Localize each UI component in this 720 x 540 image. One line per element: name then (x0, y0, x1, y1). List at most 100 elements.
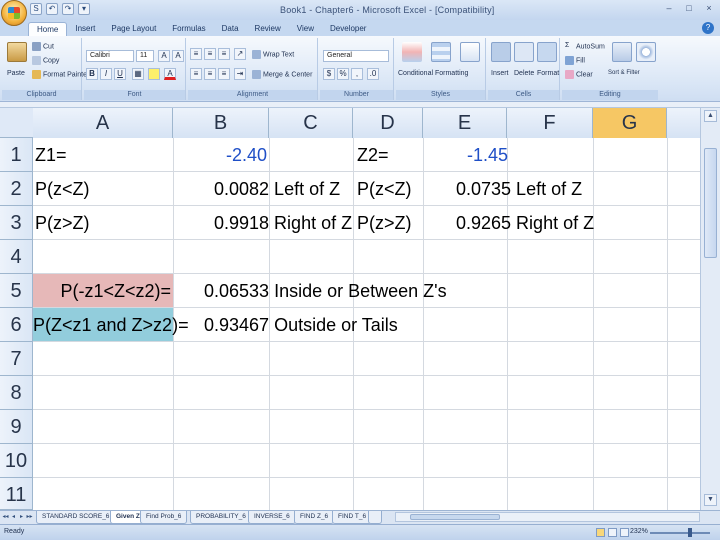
cut-button[interactable]: Cut (32, 42, 54, 51)
copy-button[interactable]: Copy (32, 56, 59, 65)
conditional-formatting-button[interactable]: Conditional Formatting (398, 70, 468, 77)
tab-view[interactable]: View (289, 22, 322, 36)
maximize-button[interactable]: □ (682, 3, 696, 15)
horizontal-scrollbar[interactable] (395, 512, 700, 522)
align-center-icon[interactable]: ≡ (204, 68, 216, 80)
align-right-icon[interactable]: ≡ (218, 68, 230, 80)
percent-button[interactable]: % (337, 68, 349, 80)
page-break-view-icon[interactable] (620, 528, 629, 537)
column-header-c[interactable]: C (269, 108, 353, 138)
number-format-select[interactable]: General (323, 50, 389, 62)
sort-filter-button[interactable]: Sort & Filter (608, 70, 640, 76)
cell-b3[interactable]: 0.9918 Right of Z (214, 206, 352, 240)
tab-formulas[interactable]: Formulas (164, 22, 213, 36)
borders-icon[interactable]: ▦ (132, 68, 144, 80)
column-header-g[interactable]: G (593, 108, 667, 138)
customize-qat-icon[interactable]: ▾ (78, 3, 90, 15)
tab-developer[interactable]: Developer (322, 22, 374, 36)
sort-filter-icon[interactable] (612, 42, 632, 62)
paste-icon[interactable] (7, 42, 27, 62)
horizontal-scroll-thumb[interactable] (410, 514, 500, 520)
clear-button[interactable]: Clear (565, 70, 593, 79)
autosum-button[interactable]: Σ AutoSum (565, 42, 605, 51)
sheet-tab-find-z[interactable]: FIND Z_6 (294, 511, 335, 524)
increase-decimal-icon[interactable]: .0 (367, 68, 379, 80)
row-header-10[interactable]: 10 (0, 444, 33, 478)
cell-a1[interactable]: Z1= (35, 138, 67, 172)
cell-b1[interactable]: -2.40 (226, 138, 267, 172)
delete-cells-icon[interactable] (514, 42, 534, 62)
align-left-icon[interactable]: ≡ (190, 68, 202, 80)
next-sheet-icon[interactable]: ▸ (18, 513, 25, 522)
orientation-icon[interactable]: ↗ (234, 48, 246, 60)
tab-insert[interactable]: Insert (67, 22, 103, 36)
format-painter-button[interactable]: Format Painter (32, 70, 89, 79)
cell-e1[interactable]: -1.45 (467, 138, 508, 172)
cell-b5[interactable]: 0.06533 Inside or Between Z's (204, 274, 447, 308)
row-header-1[interactable]: 1 (0, 138, 33, 172)
office-button[interactable] (1, 0, 27, 26)
merge-center-button[interactable]: Merge & Center (252, 70, 312, 79)
align-top-icon[interactable]: ≡ (190, 48, 202, 60)
tab-data[interactable]: Data (214, 22, 247, 36)
currency-button[interactable]: $ (323, 68, 335, 80)
normal-view-icon[interactable] (596, 528, 605, 537)
row-header-2[interactable]: 2 (0, 172, 33, 206)
tab-page-layout[interactable]: Page Layout (103, 22, 164, 36)
fill-color-icon[interactable] (148, 68, 160, 80)
row-header-5[interactable]: 5 (0, 274, 33, 308)
fill-button[interactable]: Fill (565, 56, 585, 65)
cell-a5[interactable]: P(-z1<Z<z2)= (33, 274, 171, 308)
font-color-icon[interactable]: A (164, 68, 176, 80)
font-size-select[interactable]: 11 (136, 50, 154, 62)
undo-icon[interactable]: ↶ (46, 3, 58, 15)
wrap-text-button[interactable]: Wrap Text (252, 50, 294, 59)
cell-b6[interactable]: 0.93467 Outside or Tails (204, 308, 398, 342)
close-button[interactable]: × (702, 3, 716, 15)
sheet-tab-find-t[interactable]: FIND T_6 (332, 511, 373, 524)
column-header-f[interactable]: F (507, 108, 593, 138)
prev-sheet-icon[interactable]: ◂ (10, 513, 17, 522)
row-header-3[interactable]: 3 (0, 206, 33, 240)
sheet-tab-inverse[interactable]: INVERSE_6 (248, 511, 296, 524)
bold-button[interactable]: B (86, 68, 98, 80)
redo-icon[interactable]: ↷ (62, 3, 74, 15)
row-header-8[interactable]: 8 (0, 376, 33, 410)
format-cells-icon[interactable] (537, 42, 557, 62)
comma-button[interactable]: , (351, 68, 363, 80)
italic-button[interactable]: I (100, 68, 112, 80)
shrink-font-button[interactable]: A (172, 50, 184, 62)
conditional-formatting-icon[interactable] (402, 42, 422, 62)
sheet-tab-probability[interactable]: PROBABILITY_6 (190, 511, 252, 524)
cell-styles-icon[interactable] (460, 42, 480, 62)
cell-e2[interactable]: 0.0735 Left of Z (456, 172, 582, 206)
last-sheet-icon[interactable]: ▸▸ (26, 513, 33, 522)
row-header-6[interactable]: 6 (0, 308, 33, 342)
tab-home[interactable]: Home (28, 22, 68, 36)
column-header-b[interactable]: B (173, 108, 269, 138)
font-family-select[interactable]: Calibri (86, 50, 134, 62)
row-header-7[interactable]: 7 (0, 342, 33, 376)
insert-button[interactable]: Insert (491, 70, 509, 77)
cell-d1[interactable]: Z2= (357, 138, 389, 172)
column-header-e[interactable]: E (423, 108, 507, 138)
format-table-icon[interactable] (431, 42, 451, 62)
row-header-9[interactable]: 9 (0, 410, 33, 444)
cell-b2[interactable]: 0.0082 Left of Z (214, 172, 340, 206)
grow-font-button[interactable]: A (158, 50, 170, 62)
cell-a3[interactable]: P(z>Z) (35, 206, 90, 240)
format-button[interactable]: Format (537, 70, 559, 77)
minimize-button[interactable]: – (662, 3, 676, 15)
underline-button[interactable]: U (114, 68, 126, 80)
first-sheet-icon[interactable]: ◂◂ (2, 513, 9, 522)
align-middle-icon[interactable]: ≡ (204, 48, 216, 60)
find-select-icon[interactable] (636, 42, 656, 62)
scroll-down-icon[interactable]: ▼ (704, 494, 717, 506)
zoom-level[interactable]: 232% (630, 528, 648, 535)
cell-a6[interactable]: P(Z<z1 and Z>z2)= (33, 308, 189, 342)
cell-a2[interactable]: P(z<Z) (35, 172, 90, 206)
delete-button[interactable]: Delete (514, 70, 534, 77)
vertical-scroll-thumb[interactable] (704, 148, 717, 258)
insert-sheet-icon[interactable] (368, 511, 382, 524)
zoom-slider-thumb[interactable] (688, 528, 692, 537)
